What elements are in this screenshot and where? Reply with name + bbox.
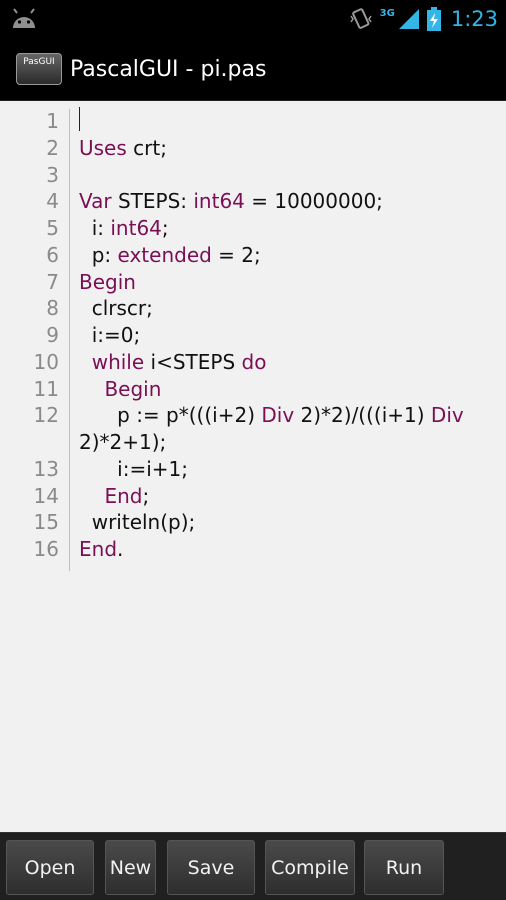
code-token: = 10000000; bbox=[244, 189, 383, 214]
text-cursor bbox=[79, 107, 80, 131]
code-keyword: Begin bbox=[79, 269, 136, 294]
code-token: 2)*2)/(((i+1) bbox=[294, 403, 431, 428]
code-token: STEPS: bbox=[111, 189, 194, 214]
code-token: = 2; bbox=[211, 242, 261, 267]
code-text: End; bbox=[79, 483, 149, 510]
code-keyword: while bbox=[91, 349, 145, 374]
app-title: PascalGUI - pi.pas bbox=[70, 56, 267, 82]
code-keyword: End bbox=[104, 483, 143, 508]
line-number: 11 bbox=[33, 376, 59, 401]
code-token: i:=0; bbox=[79, 323, 141, 347]
line-number: 16 bbox=[33, 537, 59, 561]
code-token: ; bbox=[161, 216, 169, 240]
clock: 1:23 bbox=[450, 7, 498, 31]
code-keyword: Div bbox=[261, 403, 295, 428]
code-token: i<STEPS bbox=[144, 349, 242, 374]
line-number: 2 bbox=[46, 135, 59, 160]
code-keyword: End bbox=[79, 537, 118, 561]
code-text: writeln(p); bbox=[79, 509, 196, 536]
code-token: i: bbox=[79, 216, 111, 240]
code-keyword: extended bbox=[117, 242, 212, 267]
code-text: End. bbox=[79, 536, 123, 563]
line-number: 4 bbox=[46, 189, 59, 214]
run-button[interactable]: Run bbox=[364, 840, 444, 895]
code-keyword: int64 bbox=[193, 189, 245, 214]
new-button[interactable]: New bbox=[105, 840, 156, 895]
line-number: 6 bbox=[46, 242, 59, 267]
code-token: 2)*2+1); bbox=[79, 430, 167, 454]
code-token: i:=i+1; bbox=[79, 456, 188, 481]
code-keyword: Div bbox=[430, 403, 464, 428]
action-bar: PasGUI PascalGUI - pi.pas bbox=[0, 38, 506, 102]
app-icon[interactable]: PasGUI bbox=[16, 53, 62, 85]
line-number: 7 bbox=[46, 269, 59, 294]
code-keyword: Var bbox=[79, 189, 112, 214]
code-token: . bbox=[117, 537, 124, 561]
save-button[interactable]: Save bbox=[167, 840, 255, 895]
line-number: 1 bbox=[46, 109, 59, 133]
status-bar: 3G 1:23 bbox=[0, 0, 506, 38]
line-number: 14 bbox=[33, 483, 59, 508]
vibrate-icon bbox=[350, 8, 372, 29]
code-text: Begin bbox=[79, 269, 136, 296]
open-button[interactable]: Open bbox=[6, 840, 94, 895]
battery-charging-icon bbox=[426, 7, 441, 31]
code-text: Var STEPS: int64 = 10000000; bbox=[79, 188, 383, 215]
line-number: 8 bbox=[46, 296, 59, 321]
code-text: i:=i+1; bbox=[79, 456, 188, 483]
code-token: crt; bbox=[126, 135, 167, 160]
line-number: 9 bbox=[46, 323, 59, 347]
line-number: 12 bbox=[33, 403, 59, 428]
code-token: ; bbox=[142, 483, 150, 508]
code-token: writeln(p); bbox=[79, 510, 196, 535]
code-text: p: extended = 2; bbox=[79, 242, 261, 269]
app-icon-label: PasGUI bbox=[23, 57, 55, 67]
line-number: 10 bbox=[33, 349, 59, 374]
code-keyword: Begin bbox=[104, 376, 162, 401]
code-text: p := p*(((i+2) Div 2)*2)/(((i+1) Div bbox=[79, 402, 464, 429]
code-text: Begin bbox=[79, 376, 161, 403]
code-keyword: do bbox=[241, 349, 267, 374]
android-icon bbox=[13, 8, 35, 28]
signal-icon bbox=[398, 9, 419, 29]
code-text: Uses crt; bbox=[79, 135, 167, 162]
gutter-divider bbox=[69, 109, 70, 571]
line-number: 5 bbox=[46, 216, 59, 240]
code-text: i: int64; bbox=[79, 215, 169, 242]
code-token: clrscr; bbox=[79, 296, 153, 321]
line-number: 3 bbox=[46, 162, 59, 187]
code-text: i:=0; bbox=[79, 322, 141, 349]
compile-button[interactable]: Compile bbox=[265, 840, 355, 895]
code-token: p: bbox=[79, 242, 118, 267]
code-keyword: Uses bbox=[79, 135, 127, 160]
code-text: clrscr; bbox=[79, 295, 153, 322]
code-token: p := p*(((i+2) bbox=[79, 403, 262, 428]
code-text: 2)*2+1); bbox=[79, 429, 166, 456]
code-keyword: int64 bbox=[110, 216, 162, 240]
line-number: 15 bbox=[33, 510, 59, 535]
bottom-toolbar: Open New Save Compile Run bbox=[0, 832, 506, 900]
network-type: 3G bbox=[379, 7, 395, 19]
code-text: while i<STEPS do bbox=[79, 349, 267, 376]
code-editor[interactable]: 1 2 Uses crt; 3 4 Var STEPS: int64 = 10000000… bbox=[0, 101, 506, 832]
line-number: 13 bbox=[33, 456, 59, 481]
